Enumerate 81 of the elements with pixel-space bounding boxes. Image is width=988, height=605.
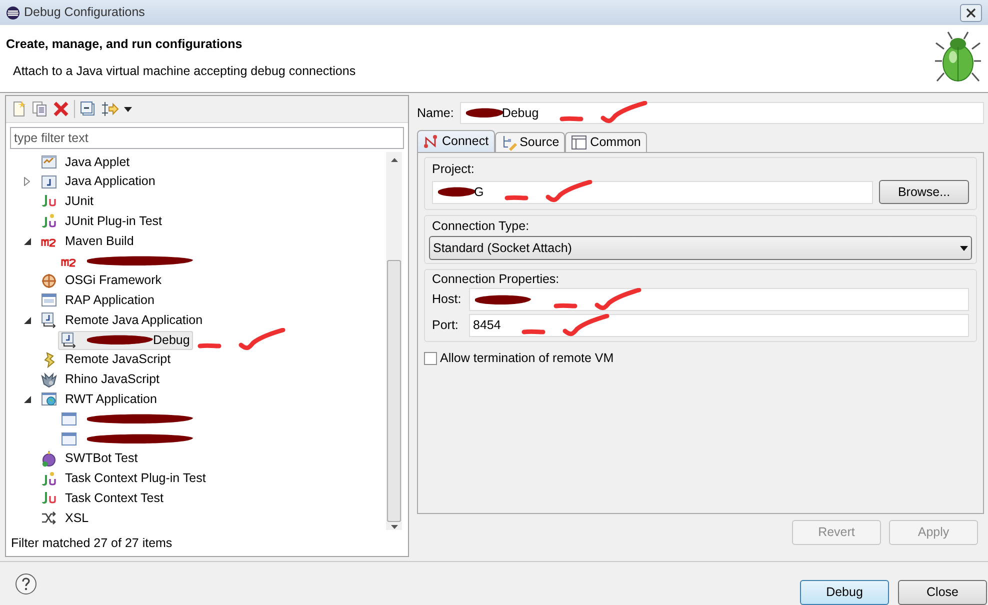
tree-item[interactable]: XSL xyxy=(38,508,92,528)
group-title: Project: xyxy=(432,161,476,178)
filter-icon[interactable] xyxy=(101,101,119,117)
connection-type-dropdown[interactable]: Standard (Socket Attach) xyxy=(429,236,972,260)
tab[interactable]: Source xyxy=(494,132,566,152)
tree-item[interactable]: Remote JavaScript xyxy=(38,350,174,370)
dialog-button[interactable]: Debug xyxy=(800,580,889,605)
rhino-head-icon xyxy=(41,372,57,388)
expanded-arrow-icon[interactable] xyxy=(24,316,31,324)
expanded-arrow-icon[interactable] xyxy=(24,238,31,245)
collapsed-arrow-icon[interactable] xyxy=(24,177,30,186)
group-title: Connection Type: xyxy=(431,218,530,235)
dialog-button[interactable]: Close xyxy=(898,580,987,605)
robot-icon xyxy=(41,450,57,467)
field-label: Port: xyxy=(432,317,460,334)
tab[interactable]: Connect xyxy=(417,130,495,152)
field-value: 8454 xyxy=(473,317,501,334)
globe-window-icon xyxy=(41,391,57,408)
tree-item[interactable]: SWTBot Test xyxy=(38,449,141,468)
tree-item[interactable]: Task Context Plug-in Test xyxy=(38,469,209,488)
applet-window-icon xyxy=(41,154,57,170)
window-icon xyxy=(61,411,77,428)
checkbox[interactable] xyxy=(424,352,437,365)
scroll-down-arrow-icon[interactable] xyxy=(390,525,398,529)
tree-item[interactable]: Remote Java Application xyxy=(38,310,206,330)
scrollbar[interactable] xyxy=(386,152,402,530)
tree-item[interactable]: Maven Build xyxy=(38,232,137,251)
tree-item[interactable]: OSGi Framework xyxy=(38,271,165,290)
tree-item[interactable]: Rhino JavaScript xyxy=(38,370,162,390)
text-field[interactable] xyxy=(469,288,969,311)
new-file-icon[interactable] xyxy=(11,101,27,117)
rap-window-icon xyxy=(41,292,57,308)
expanded-arrow-icon[interactable] xyxy=(24,396,31,403)
tree-item[interactable]: Java Applet xyxy=(38,152,133,172)
browse-button[interactable]: Browse... xyxy=(879,180,969,204)
header-title: Create, manage, and run configurations xyxy=(6,36,244,53)
tree-item[interactable]: JUnit Plug-in Test xyxy=(38,212,166,231)
tree-item[interactable]: RWT Application xyxy=(38,390,160,409)
header-message: Attach to a Java virtual machine accepting debug connections xyxy=(12,62,357,80)
junit-icon xyxy=(41,490,57,506)
group-title: Connection Properties: xyxy=(432,271,560,288)
window-icon xyxy=(61,431,77,448)
tab[interactable]: Common xyxy=(565,132,647,152)
text-field[interactable]: 8454 xyxy=(469,314,969,337)
junit-icon xyxy=(41,193,57,210)
name-label: Name: xyxy=(417,104,454,122)
dropdown-caret-icon[interactable] xyxy=(124,106,132,112)
filter-field[interactable]: type filter text xyxy=(10,127,404,149)
junit-plugin-icon xyxy=(41,213,57,230)
tree-item[interactable]: Java Application xyxy=(38,172,158,192)
field-value: G xyxy=(474,184,484,201)
window-title: Debug Configurations xyxy=(24,4,145,22)
close-icon xyxy=(966,8,976,18)
eclipse-logo-icon xyxy=(6,6,20,20)
close-button[interactable] xyxy=(960,4,982,22)
remote-window-icon xyxy=(41,312,57,328)
table-icon xyxy=(571,134,588,150)
dropdown-caret-icon xyxy=(960,246,968,250)
source-tree-icon xyxy=(500,134,517,150)
field-value: Debug xyxy=(502,104,539,122)
help-icon[interactable] xyxy=(15,572,37,594)
dropdown-value: Standard (Socket Attach) xyxy=(433,240,573,257)
tree-item[interactable]: Debug xyxy=(58,330,193,350)
field-label: Host: xyxy=(432,291,462,308)
crosshair-icon xyxy=(41,272,57,289)
project-field[interactable]: G xyxy=(432,180,873,204)
java-window-icon xyxy=(41,174,57,190)
name-field[interactable]: Debug xyxy=(460,102,984,124)
remote-window-icon xyxy=(61,332,77,348)
plug-icon xyxy=(423,134,439,150)
shuffle-icon xyxy=(41,510,57,526)
checkbox-label: Allow termination of remote VM xyxy=(440,350,614,367)
junit-plugin-icon xyxy=(41,470,57,487)
tree-item[interactable]: Task Context Test xyxy=(38,488,166,508)
tree-item[interactable]: JUnit xyxy=(38,192,96,211)
filter-status: Filter matched 27 of 27 items xyxy=(10,535,174,552)
scroll-up-arrow-icon[interactable] xyxy=(390,158,398,162)
collapse-all-icon[interactable] xyxy=(80,101,96,117)
delete-icon[interactable] xyxy=(53,101,69,117)
tree-item[interactable]: RAP Application xyxy=(38,290,158,310)
duplicate-icon[interactable] xyxy=(32,101,48,117)
